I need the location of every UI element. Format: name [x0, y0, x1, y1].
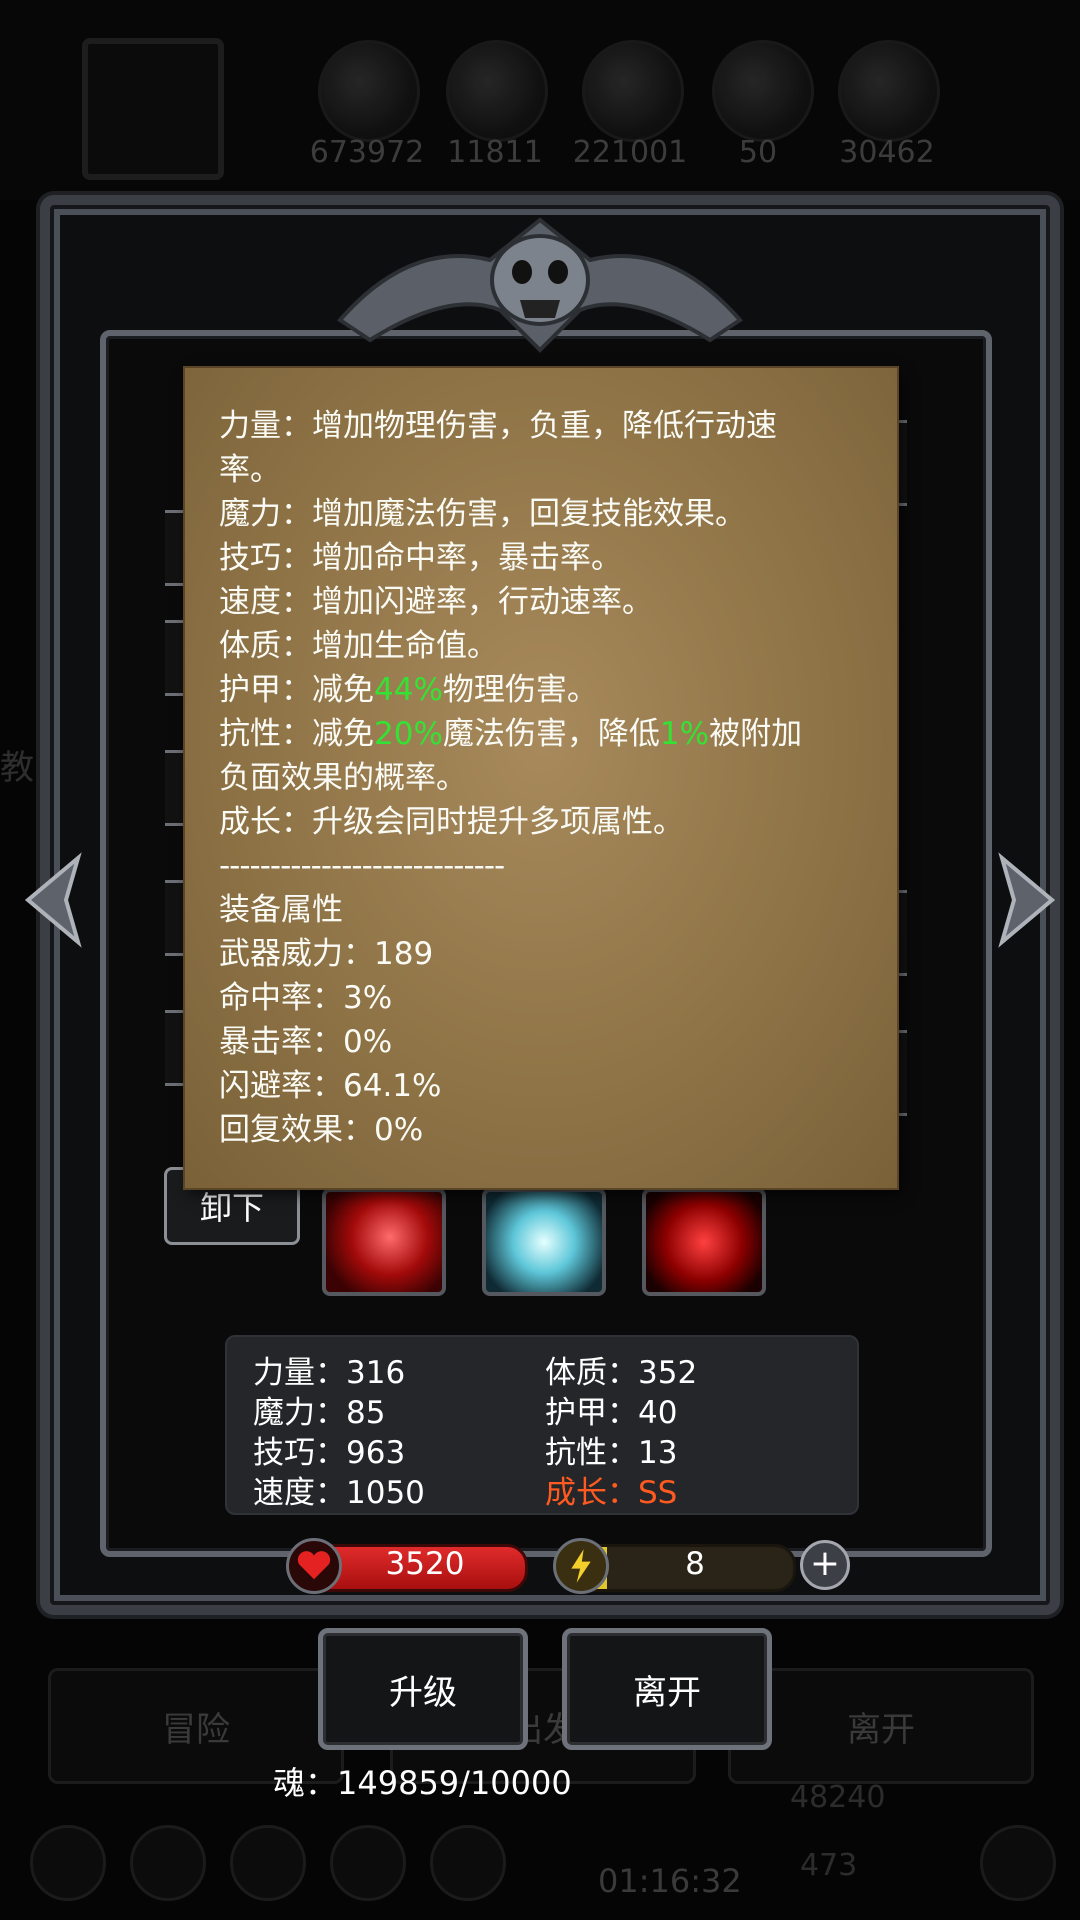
menu-icon-6 [980, 1825, 1056, 1901]
tooltip-line: 回复效果：0% [219, 1112, 424, 1148]
previous-arrow-icon[interactable] [18, 850, 88, 950]
tooltip-divider: ---------------------------- [219, 848, 505, 884]
crystal-resource-icon [712, 40, 814, 142]
wood-value: 30462 [839, 135, 935, 170]
menu-icon-5 [430, 1825, 506, 1901]
stat-constitution: 体质：352 [545, 1355, 698, 1391]
armor-percent: 44% [374, 672, 443, 708]
tooltip-line: 护甲：减免44%物理伤害。 [219, 672, 598, 708]
stat-speed: 速度：1050 [253, 1475, 425, 1511]
tooltip-line: 体质：增加生命值。 [219, 628, 498, 664]
gold-value: 673972 [309, 135, 425, 170]
stats-panel: 力量：316 魔力：85 技巧：963 速度：1050 体质：352 护甲：40… [225, 1335, 859, 1515]
menu-icon-3 [230, 1825, 306, 1901]
upgrade-button[interactable]: 升级 [318, 1628, 528, 1750]
flame-blade-skill-icon[interactable] [642, 1188, 766, 1296]
tooltip-line: 闪避率：64.1% [219, 1068, 442, 1104]
crystal-value: 50 [738, 135, 778, 170]
tooltip-line: 率。 [219, 452, 281, 488]
lightning-icon [553, 1538, 609, 1594]
red-slash-skill-icon[interactable] [322, 1188, 446, 1296]
tooltip-line: 技巧：增加命中率，暴击率。 [219, 540, 622, 576]
soul-counter: 魂：149859/10000 [273, 1764, 572, 1802]
tooltip-line: 魔力：增加魔法伤害，回复技能效果。 [219, 496, 746, 532]
add-energy-button[interactable]: + [800, 1540, 850, 1590]
tooltip-line: 暴击率：0% [219, 1024, 393, 1060]
stat-skill: 技巧：963 [253, 1435, 406, 1471]
menu-icon-2 [130, 1825, 206, 1901]
tooltip-line: 命中率：3% [219, 980, 393, 1016]
attribute-tooltip: 力量：增加物理伤害，负重，降低行动速 率。 魔力：增加魔法伤害，回复技能效果。 … [185, 368, 897, 1188]
background-value-1: 48240 [790, 1780, 886, 1815]
stat-armor: 护甲：40 [545, 1395, 678, 1431]
stat-strength: 力量：316 [253, 1355, 406, 1391]
skull-crest-icon [336, 217, 744, 353]
ore-value: 221001 [572, 135, 688, 170]
bread-resource-icon [446, 40, 548, 142]
bread-value: 11811 [447, 135, 543, 170]
debuff-percent: 1% [659, 716, 710, 752]
tooltip-line: 武器威力：189 [219, 936, 434, 972]
energy-value: 8 [685, 1546, 705, 1582]
tooltip-line: 速度：增加闪避率，行动速率。 [219, 584, 653, 620]
menu-icon-4 [330, 1825, 406, 1901]
timer: 01:16:32 [598, 1862, 742, 1900]
ore-resource-icon [582, 40, 684, 142]
resist-percent: 20% [374, 716, 443, 752]
background-value-2: 473 [800, 1848, 858, 1883]
wood-resource-icon [838, 40, 940, 142]
stat-resistance: 抗性：13 [545, 1435, 678, 1471]
tooltip-line: 成长：升级会同时提升多项属性。 [219, 804, 684, 840]
tooltip-line: 力量：增加物理伤害，负重，降低行动速 [219, 408, 777, 444]
tooltip-line: 负面效果的概率。 [219, 760, 467, 796]
ice-swirl-skill-icon[interactable] [482, 1188, 606, 1296]
stat-magic: 魔力：85 [253, 1395, 386, 1431]
next-arrow-icon[interactable] [992, 850, 1062, 950]
background-leave-button: 离开 [728, 1668, 1034, 1784]
tooltip-line: 装备属性 [219, 892, 343, 928]
hp-value: 3520 [385, 1546, 465, 1582]
background-label: 教 [0, 748, 34, 788]
character-portrait [82, 38, 224, 180]
heart-icon [286, 1538, 342, 1594]
stat-growth: 成长：SS [545, 1475, 678, 1511]
leave-button[interactable]: 离开 [562, 1628, 772, 1750]
gold-resource-icon [318, 40, 420, 142]
tooltip-line: 抗性：减免20%魔法伤害，降低1%被附加 [219, 716, 803, 752]
menu-icon-1 [30, 1825, 106, 1901]
